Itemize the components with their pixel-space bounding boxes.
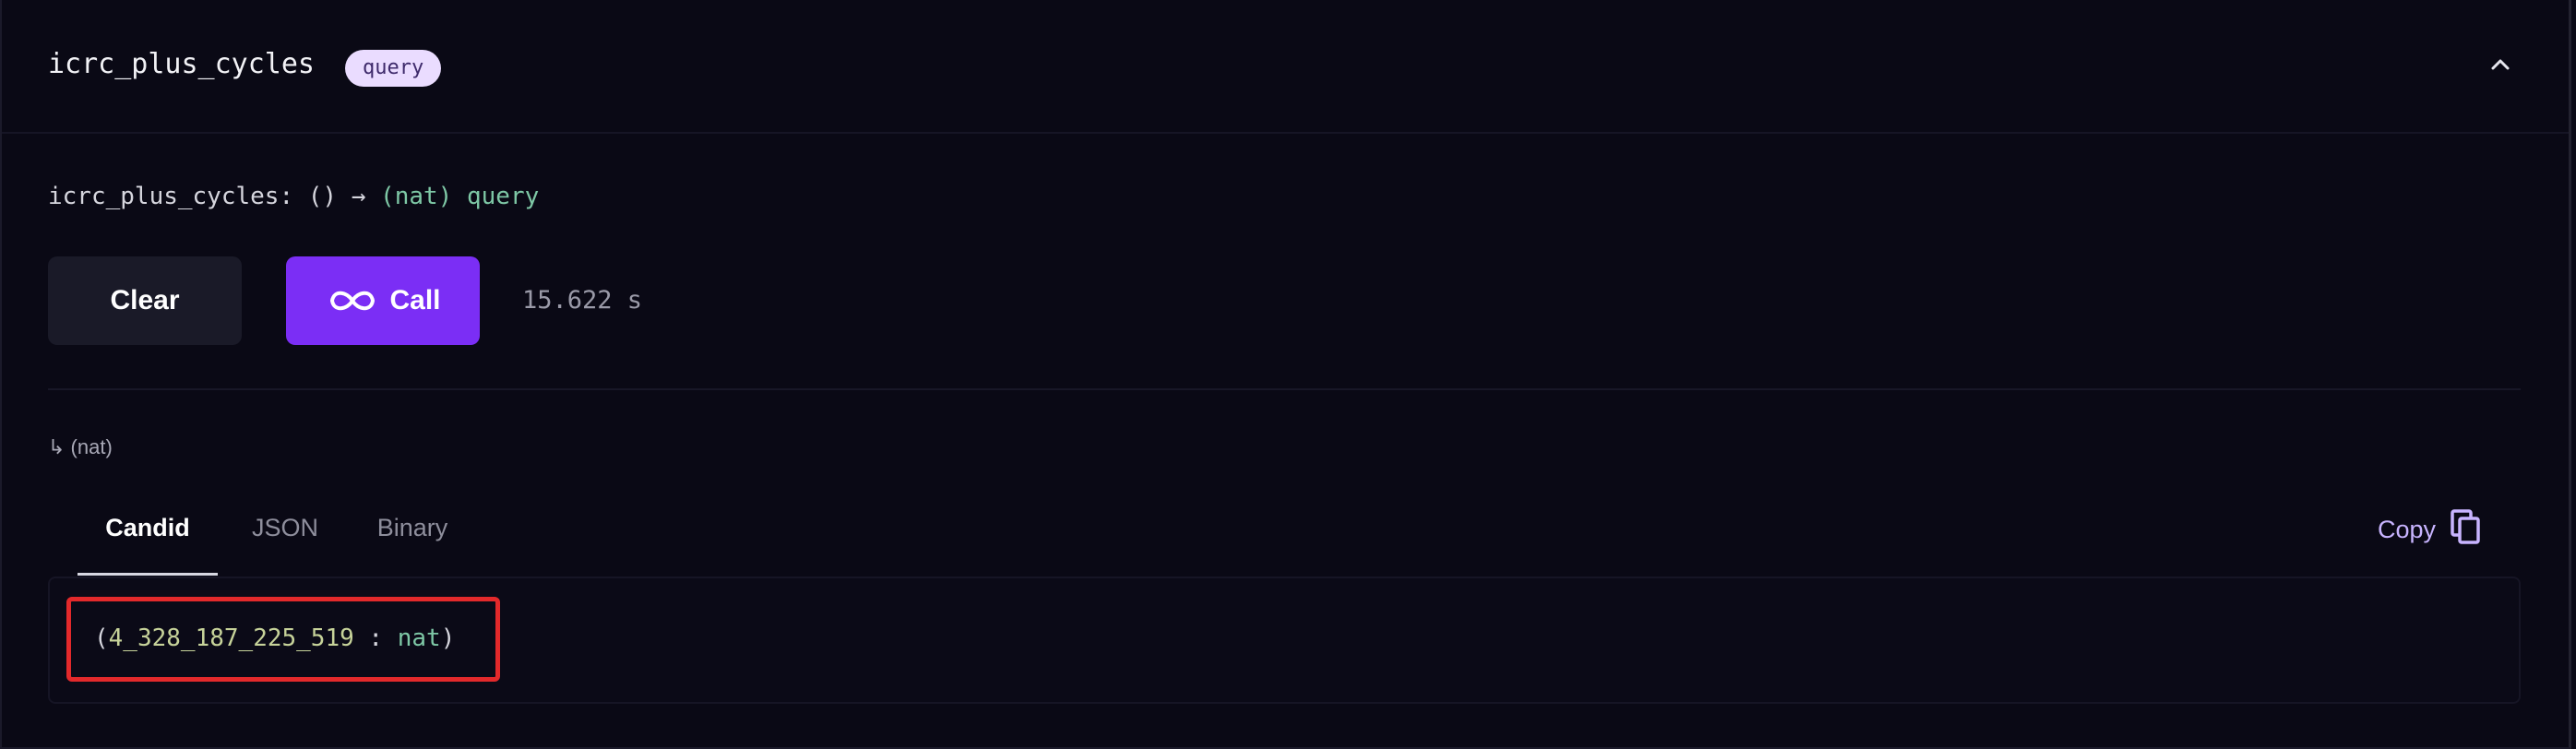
result-number: 4_328_187_225_519 — [108, 624, 354, 652]
method-signature: icrc_plus_cycles: () → (nat) query — [48, 183, 539, 210]
call-button-label: Call — [389, 285, 441, 315]
infinity-icon — [325, 287, 380, 315]
signature-return-type: (nat) — [380, 183, 453, 210]
signature-arrow: → — [351, 183, 366, 210]
copy-icon — [2449, 508, 2482, 552]
signature-mode: query — [466, 183, 540, 210]
elapsed-time: 15.622 s — [522, 286, 643, 315]
method-panel: icrc_plus_cycles query icrc_plus_cycles:… — [0, 0, 2571, 749]
tab-json[interactable]: JSON — [234, 498, 336, 576]
call-button[interactable]: Call — [286, 256, 480, 345]
tab-candid[interactable]: Candid — [78, 498, 218, 576]
result-separator: : — [353, 624, 398, 652]
method-title: icrc_plus_cycles — [48, 48, 315, 80]
result-close-paren: ) — [440, 624, 456, 652]
clear-button[interactable]: Clear — [48, 256, 242, 345]
copy-button-label: Copy — [2378, 515, 2437, 543]
signature-args: () — [307, 183, 338, 210]
method-header[interactable]: icrc_plus_cycles query — [2, 0, 2569, 134]
result-value: (4_328_187_225_519 : nat) — [94, 624, 455, 652]
result-open-paren: ( — [94, 624, 109, 652]
tab-binary[interactable]: Binary — [362, 498, 463, 576]
chevron-up-icon[interactable] — [2484, 48, 2517, 81]
signature-name: icrc_plus_cycles: — [48, 183, 294, 210]
clear-button-label: Clear — [110, 285, 180, 315]
result-type: nat — [397, 624, 441, 652]
return-type-label: ↳ (nat) — [48, 435, 113, 458]
query-badge: query — [345, 50, 442, 87]
copy-button[interactable]: Copy — [2378, 508, 2482, 552]
divider — [48, 388, 2521, 390]
